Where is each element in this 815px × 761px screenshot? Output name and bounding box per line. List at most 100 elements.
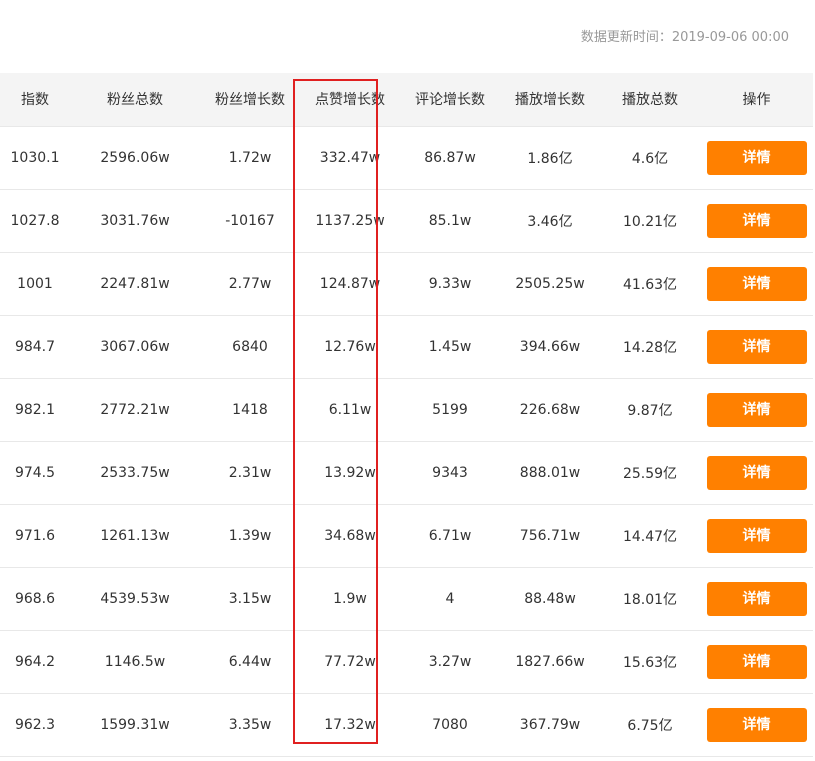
cell-fans-total: 2533.75w (70, 441, 200, 505)
cell-action: 详情 (700, 693, 813, 757)
cell-likes-growth: 1.9w (300, 567, 400, 631)
cell-likes-growth: 332.47w (300, 126, 400, 190)
cell-action: 详情 (700, 630, 813, 694)
cell-plays-total: 15.63亿 (600, 630, 700, 694)
cell-action: 详情 (700, 315, 813, 379)
cell-index: 974.5 (0, 441, 70, 505)
update-bar: 数据更新时间：2019-09-06 00:00 (0, 0, 815, 73)
cell-index: 1027.8 (0, 189, 70, 253)
cell-comments-growth: 6.71w (400, 504, 500, 568)
column-header-fans-growth: 粉丝增长数 (200, 73, 300, 127)
ranking-page: 数据更新时间：2019-09-06 00:00 指数 粉丝总数 粉丝增长数 点赞增长数… (0, 0, 815, 761)
cell-plays-growth: 1827.66w (500, 630, 600, 694)
cell-index: 1030.1 (0, 126, 70, 190)
table-row: 964.2 1146.5w 6.44w 77.72w 3.27w 1827.66w 15.6… (0, 630, 813, 694)
cell-action: 详情 (700, 126, 813, 190)
cell-fans-total: 2772.21w (70, 378, 200, 442)
cell-fans-growth: 6840 (200, 315, 300, 379)
table-row: 974.5 2533.75w 2.31w 13.92w 9343 888.01w 25.59… (0, 441, 813, 505)
cell-plays-growth: 2505.25w (500, 252, 600, 316)
table-row: 982.1 2772.21w 1418 6.11w 5199 226.68w 9.87亿 详情 (0, 378, 813, 442)
cell-plays-total: 14.28亿 (600, 315, 700, 379)
detail-button[interactable]: 详情 (706, 581, 807, 616)
cell-action: 详情 (700, 441, 813, 505)
detail-button[interactable]: 详情 (706, 518, 807, 553)
cell-action: 详情 (700, 378, 813, 442)
cell-comments-growth: 3.27w (400, 630, 500, 694)
cell-plays-growth: 888.01w (500, 441, 600, 505)
cell-likes-growth: 77.72w (300, 630, 400, 694)
cell-fans-total: 2247.81w (70, 252, 200, 316)
cell-likes-growth: 12.76w (300, 315, 400, 379)
cell-likes-growth: 17.32w (300, 693, 400, 757)
cell-likes-growth: 6.11w (300, 378, 400, 442)
cell-action: 详情 (700, 252, 813, 316)
cell-index: 968.6 (0, 567, 70, 631)
cell-plays-total: 4.6亿 (600, 126, 700, 190)
header-row: 指数 粉丝总数 粉丝增长数 点赞增长数 评论增长数 播放增长数 播放总数 操作 (0, 73, 813, 127)
cell-plays-growth: 3.46亿 (500, 189, 600, 253)
column-header-action: 操作 (700, 73, 813, 127)
ranking-table: 指数 粉丝总数 粉丝增长数 点赞增长数 评论增长数 播放增长数 播放总数 操作 1030.1 2… (0, 73, 813, 757)
cell-fans-total: 1599.31w (70, 693, 200, 757)
table-body: 1030.1 2596.06w 1.72w 332.47w 86.87w 1.86亿 4.6… (0, 126, 813, 757)
cell-fans-total: 2596.06w (70, 126, 200, 190)
cell-comments-growth: 9.33w (400, 252, 500, 316)
table-row: 968.6 4539.53w 3.15w 1.9w 4 88.48w 18.01亿 详情 (0, 567, 813, 631)
cell-comments-growth: 4 (400, 567, 500, 631)
cell-fans-growth: 3.35w (200, 693, 300, 757)
cell-fans-growth: -10167 (200, 189, 300, 253)
detail-button[interactable]: 详情 (706, 707, 807, 742)
detail-button[interactable]: 详情 (706, 455, 807, 490)
cell-action: 详情 (700, 567, 813, 631)
cell-fans-growth: 2.77w (200, 252, 300, 316)
detail-button[interactable]: 详情 (706, 203, 807, 238)
cell-plays-total: 10.21亿 (600, 189, 700, 253)
cell-fans-growth: 1.72w (200, 126, 300, 190)
cell-fans-growth: 1418 (200, 378, 300, 442)
detail-button[interactable]: 详情 (706, 644, 807, 679)
cell-plays-total: 9.87亿 (600, 378, 700, 442)
cell-comments-growth: 9343 (400, 441, 500, 505)
cell-fans-total: 1261.13w (70, 504, 200, 568)
cell-index: 971.6 (0, 504, 70, 568)
cell-index: 964.2 (0, 630, 70, 694)
table-header: 指数 粉丝总数 粉丝增长数 点赞增长数 评论增长数 播放增长数 播放总数 操作 (0, 73, 813, 127)
cell-plays-total: 18.01亿 (600, 567, 700, 631)
table-row: 971.6 1261.13w 1.39w 34.68w 6.71w 756.71w 14.4… (0, 504, 813, 568)
cell-likes-growth: 13.92w (300, 441, 400, 505)
cell-likes-growth: 124.87w (300, 252, 400, 316)
cell-likes-growth: 1137.25w (300, 189, 400, 253)
cell-fans-total: 1146.5w (70, 630, 200, 694)
column-header-index: 指数 (0, 73, 70, 127)
column-header-comments-growth: 评论增长数 (400, 73, 500, 127)
cell-plays-growth: 394.66w (500, 315, 600, 379)
cell-fans-growth: 6.44w (200, 630, 300, 694)
cell-comments-growth: 86.87w (400, 126, 500, 190)
column-header-plays-total: 播放总数 (600, 73, 700, 127)
cell-comments-growth: 1.45w (400, 315, 500, 379)
detail-button[interactable]: 详情 (706, 140, 807, 175)
detail-button[interactable]: 详情 (706, 329, 807, 364)
update-time-text: 数据更新时间：2019-09-06 00:00 (580, 30, 789, 45)
table-row: 1027.8 3031.76w -10167 1137.25w 85.1w 3.46亿 10… (0, 189, 813, 253)
cell-comments-growth: 7080 (400, 693, 500, 757)
cell-fans-growth: 1.39w (200, 504, 300, 568)
cell-fans-total: 4539.53w (70, 567, 200, 631)
cell-action: 详情 (700, 189, 813, 253)
cell-index: 982.1 (0, 378, 70, 442)
column-header-plays-growth: 播放增长数 (500, 73, 600, 127)
cell-plays-growth: 367.79w (500, 693, 600, 757)
detail-button[interactable]: 详情 (706, 392, 807, 427)
cell-comments-growth: 5199 (400, 378, 500, 442)
cell-fans-total: 3067.06w (70, 315, 200, 379)
cell-index: 984.7 (0, 315, 70, 379)
cell-index: 1001 (0, 252, 70, 316)
cell-plays-total: 14.47亿 (600, 504, 700, 568)
detail-button[interactable]: 详情 (706, 266, 807, 301)
cell-plays-total: 6.75亿 (600, 693, 700, 757)
cell-likes-growth: 34.68w (300, 504, 400, 568)
cell-plays-growth: 88.48w (500, 567, 600, 631)
cell-plays-total: 25.59亿 (600, 441, 700, 505)
cell-plays-growth: 756.71w (500, 504, 600, 568)
